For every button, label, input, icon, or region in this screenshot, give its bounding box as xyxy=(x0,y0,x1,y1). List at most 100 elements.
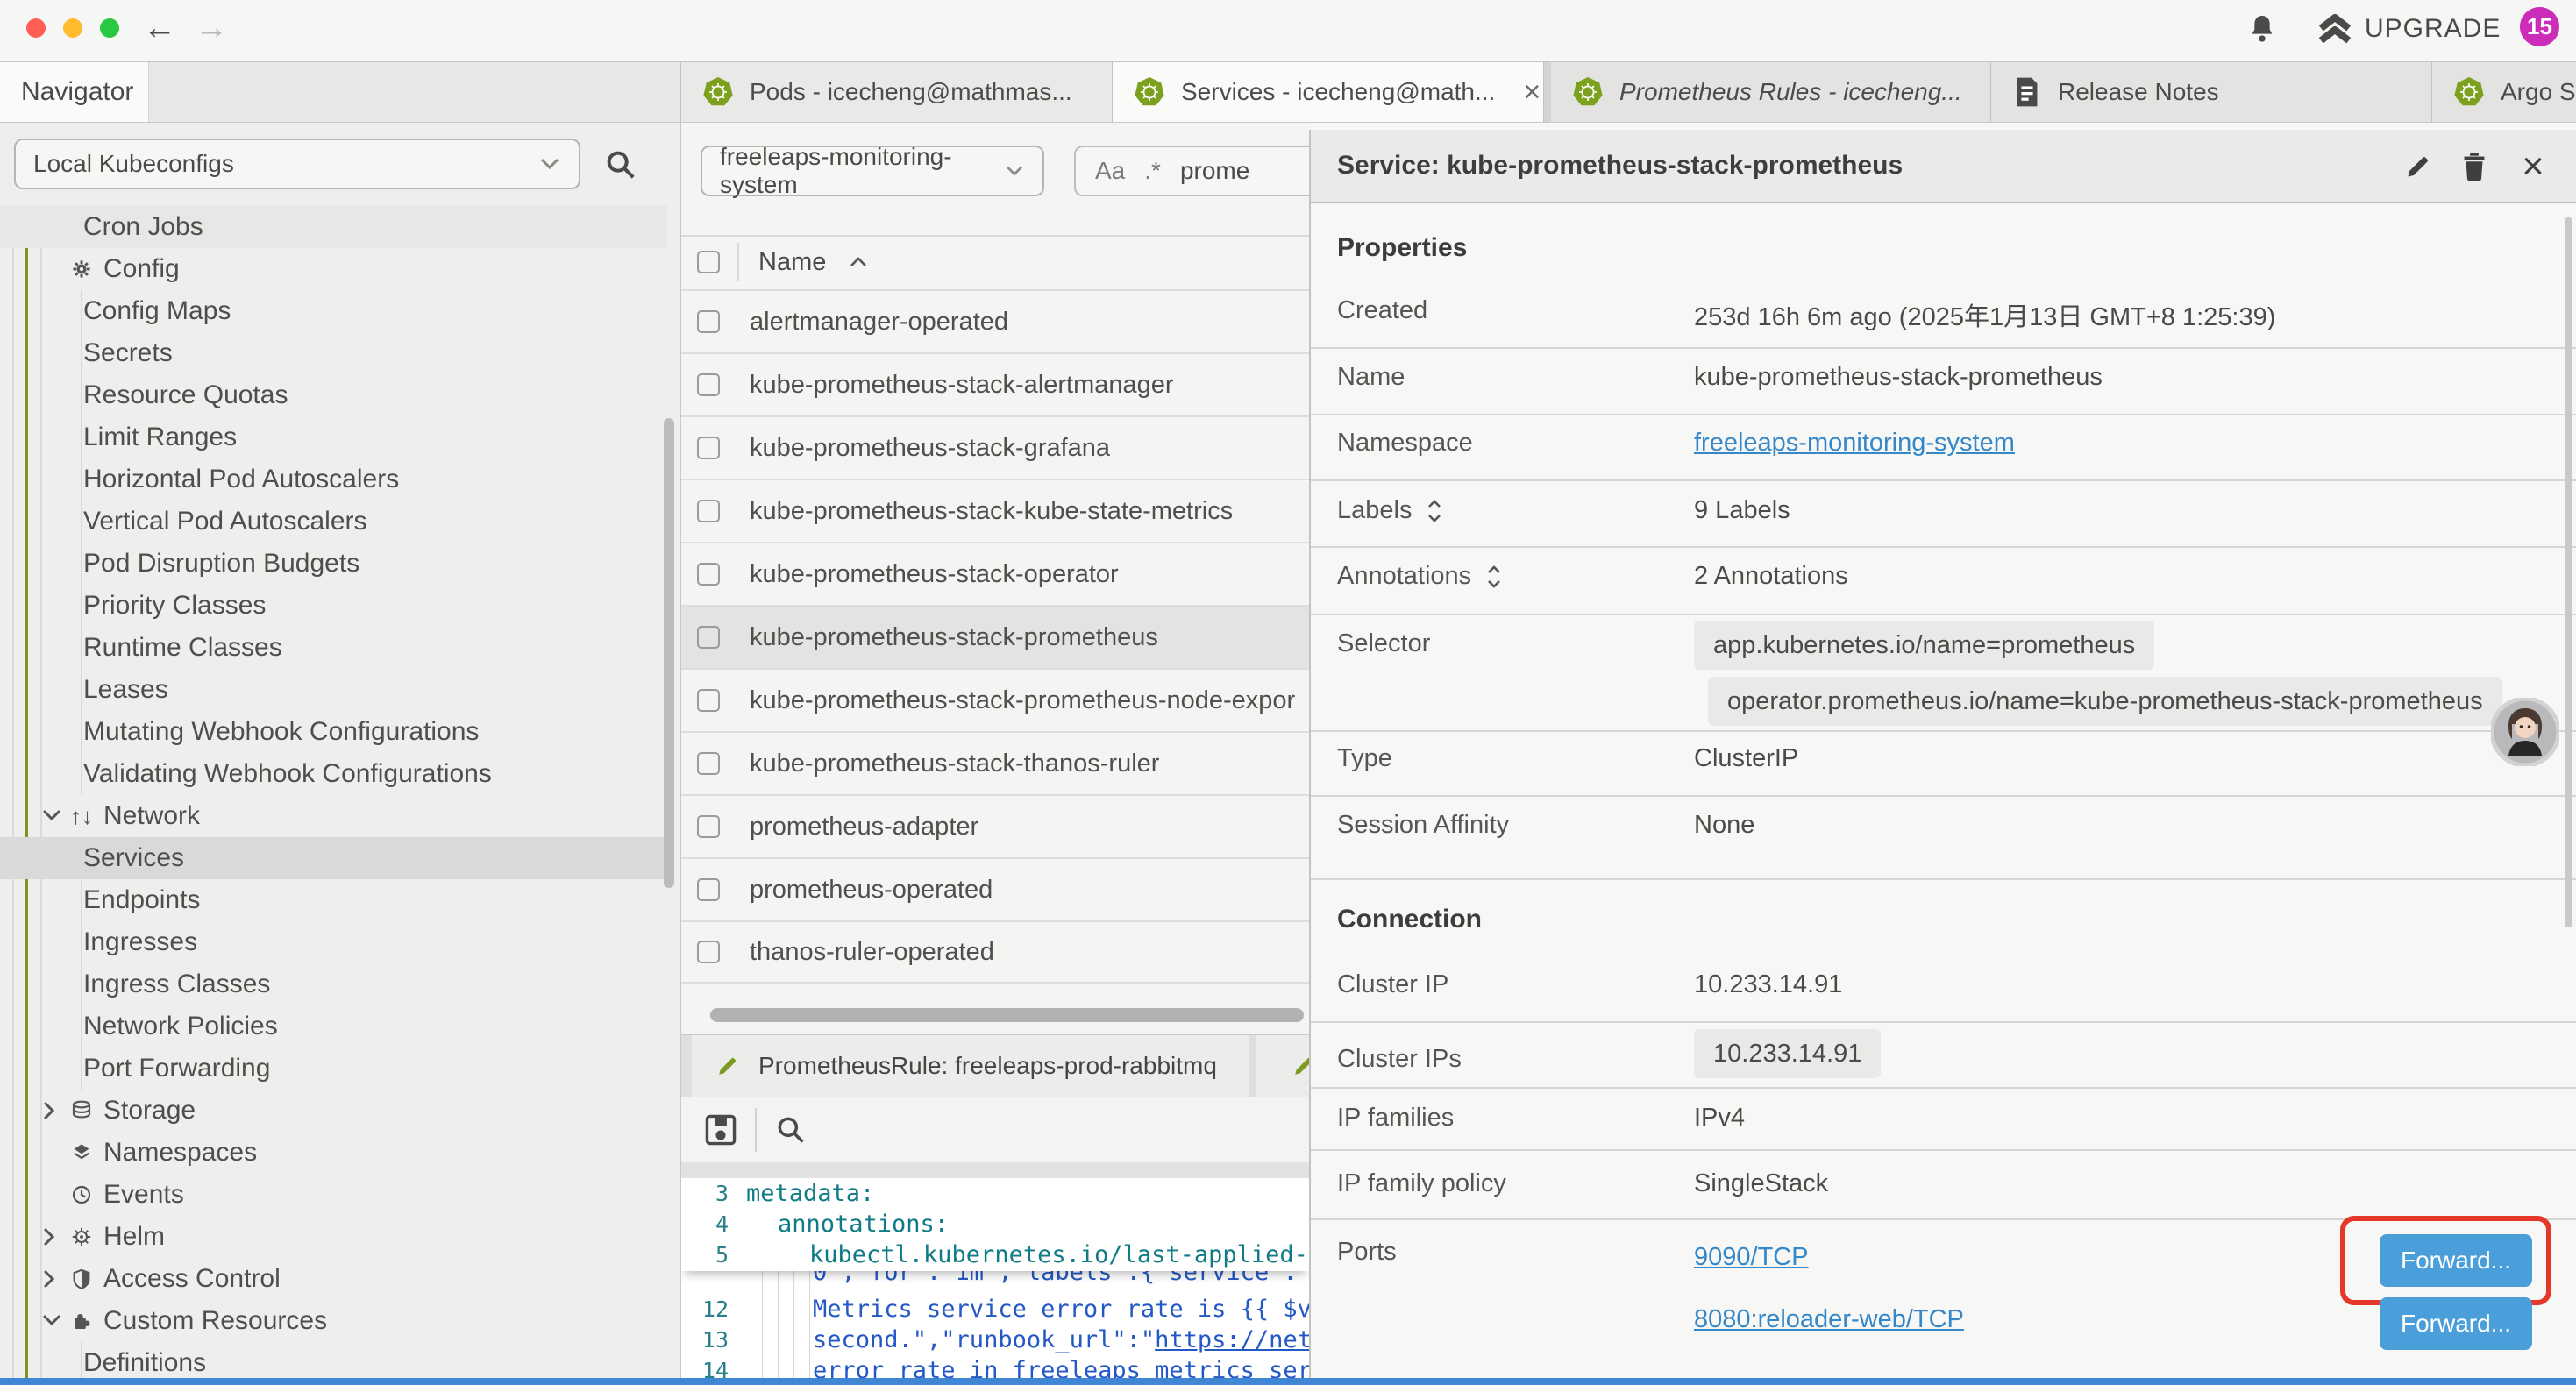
sort-updown-icon[interactable] xyxy=(1426,498,1443,524)
delete-trash-icon[interactable] xyxy=(2457,149,2492,184)
table-row-selected[interactable]: kube-prometheus-stack-prometheus xyxy=(681,605,1309,668)
select-all-checkbox[interactable] xyxy=(697,251,720,273)
namespace-link[interactable]: freeleaps-monitoring-system xyxy=(1694,429,2015,458)
editor-search-icon[interactable] xyxy=(774,1113,808,1147)
tab-argo[interactable]: Argo Se xyxy=(2432,62,2576,122)
sidebar-item-runtime-classes[interactable]: Runtime Classes xyxy=(0,627,667,669)
table-row[interactable]: alertmanager-operated xyxy=(681,289,1309,352)
code-link[interactable]: https://net xyxy=(1155,1326,1309,1353)
row-checkbox[interactable] xyxy=(697,878,720,901)
row-checkbox[interactable] xyxy=(697,941,720,963)
labels-value[interactable]: 9 Labels xyxy=(1694,496,1790,525)
sidebar-item-endpoints[interactable]: Endpoints xyxy=(0,879,667,921)
edit-pencil-icon[interactable] xyxy=(2401,149,2436,184)
table-row[interactable]: kube-prometheus-stack-grafana xyxy=(681,416,1309,479)
sidebar-group-custom-resources[interactable]: Custom Resources xyxy=(0,1300,667,1342)
table-row[interactable]: kube-prometheus-stack-operator xyxy=(681,542,1309,605)
minimize-window-button[interactable] xyxy=(63,18,82,38)
regex-icon[interactable]: .* xyxy=(1144,157,1161,185)
tab-pods[interactable]: Pods - icecheng@mathmas... xyxy=(681,62,1113,122)
chevron-down-icon[interactable] xyxy=(42,809,65,823)
row-checkbox[interactable] xyxy=(697,626,720,649)
yaml-editor[interactable]: 0","for":"1m","labels":{"service": 12 Me… xyxy=(681,1178,1309,1378)
chevron-down-icon[interactable] xyxy=(42,262,65,276)
sidebar-item-limit-ranges[interactable]: Limit Ranges xyxy=(0,416,667,458)
forward-button-8080[interactable]: Forward... xyxy=(2380,1297,2532,1350)
table-search-input[interactable]: Aa .* prome xyxy=(1074,146,1309,196)
table-row[interactable]: kube-prometheus-stack-kube-state-metrics xyxy=(681,479,1309,542)
sidebar-item-vertical-pod-autoscalers[interactable]: Vertical Pod Autoscalers xyxy=(0,501,667,543)
sidebar-item-priority-classes[interactable]: Priority Classes xyxy=(0,585,667,627)
row-checkbox[interactable] xyxy=(697,310,720,333)
notification-count-badge[interactable]: 15 xyxy=(2520,7,2559,46)
sidebar-search-icon[interactable] xyxy=(603,147,638,182)
port-link-8080[interactable]: 8080:reloader-web/TCP xyxy=(1694,1305,1964,1334)
chevron-right-icon[interactable] xyxy=(42,1269,65,1289)
sidebar-item-namespaces[interactable]: Namespaces xyxy=(0,1132,667,1174)
table-row[interactable]: kube-prometheus-stack-prometheus-node-ex… xyxy=(681,668,1309,731)
sidebar-group-config[interactable]: Config xyxy=(0,248,667,290)
sidebar-group-network[interactable]: ↑↓ Network xyxy=(0,795,667,837)
sidebar-item-port-forwarding[interactable]: Port Forwarding xyxy=(0,1048,667,1090)
table-row[interactable]: prometheus-adapter xyxy=(681,794,1309,857)
editor-tab-prometheusrule[interactable]: PrometheusRule: freeleaps-prod-rabbitmq xyxy=(692,1035,1249,1097)
close-panel-icon[interactable]: × xyxy=(2516,149,2551,184)
row-checkbox[interactable] xyxy=(697,500,720,522)
sidebar-item-secrets[interactable]: Secrets xyxy=(0,332,667,374)
sidebar-item-pod-disruption-budgets[interactable]: Pod Disruption Budgets xyxy=(0,543,667,585)
sidebar-item-events[interactable]: Events xyxy=(0,1174,667,1216)
sidebar-item-leases[interactable]: Leases xyxy=(0,669,667,711)
sidebar-group-helm[interactable]: Helm xyxy=(0,1216,667,1258)
sidebar-group-access-control[interactable]: Access Control xyxy=(0,1258,667,1300)
table-row[interactable]: prometheus-operated xyxy=(681,857,1309,920)
sidebar-item-resource-quotas[interactable]: Resource Quotas xyxy=(0,374,667,416)
annotations-value[interactable]: 2 Annotations xyxy=(1694,562,1848,591)
back-button[interactable]: ← xyxy=(143,9,176,47)
horizontal-scrollbar[interactable] xyxy=(710,1008,1304,1022)
sidebar-item-definitions[interactable]: Definitions xyxy=(0,1342,667,1378)
notifications-bell-icon[interactable] xyxy=(2245,11,2280,46)
sidebar-item-ingresses[interactable]: Ingresses xyxy=(0,921,667,963)
close-tab-icon[interactable]: × xyxy=(1523,75,1541,110)
sidebar-item-validating-webhook-configurations[interactable]: Validating Webhook Configurations xyxy=(0,753,667,795)
table-row[interactable]: kube-prometheus-stack-alertmanager xyxy=(681,352,1309,416)
table-row[interactable]: thanos-ruler-operated xyxy=(681,920,1309,984)
row-checkbox[interactable] xyxy=(697,815,720,838)
row-checkbox[interactable] xyxy=(697,437,720,459)
tab-prometheus-rules[interactable]: Prometheus Rules - icecheng... xyxy=(1551,62,1991,122)
namespace-selector[interactable]: freeleaps-monitoring-system xyxy=(701,146,1044,196)
avatar[interactable] xyxy=(2491,698,2559,766)
sort-updown-icon[interactable] xyxy=(1485,564,1503,590)
sidebar-item-config-maps[interactable]: Config Maps xyxy=(0,290,667,332)
detail-scrollbar[interactable] xyxy=(2565,217,2572,927)
upgrade-icon[interactable] xyxy=(2316,12,2353,47)
sidebar-item-horizontal-pod-autoscalers[interactable]: Horizontal Pod Autoscalers xyxy=(0,458,667,501)
tab-navigator[interactable]: Navigator xyxy=(0,62,149,122)
port-link-9090[interactable]: 9090/TCP xyxy=(1694,1243,1809,1272)
row-checkbox[interactable] xyxy=(697,563,720,586)
chevron-down-icon[interactable] xyxy=(42,1314,65,1328)
save-icon[interactable] xyxy=(704,1113,737,1147)
sidebar-item-services[interactable]: Services xyxy=(0,837,667,879)
sort-ascending-icon[interactable] xyxy=(849,256,868,268)
close-window-button[interactable] xyxy=(26,18,46,38)
match-case-icon[interactable]: Aa xyxy=(1095,157,1125,185)
forward-button[interactable]: → xyxy=(195,9,228,47)
maximize-window-button[interactable] xyxy=(100,18,119,38)
sidebar-item-cron-jobs[interactable]: Cron Jobs xyxy=(0,206,667,248)
row-checkbox[interactable] xyxy=(697,373,720,396)
sidebar-item-network-policies[interactable]: Network Policies xyxy=(0,1005,667,1048)
tab-release-notes[interactable]: Release Notes xyxy=(1991,62,2432,122)
table-row[interactable]: kube-prometheus-stack-thanos-ruler xyxy=(681,731,1309,794)
upgrade-button[interactable]: UPGRADE xyxy=(2365,14,2501,44)
sidebar-group-storage[interactable]: Storage xyxy=(0,1090,667,1132)
sidebar-item-ingress-classes[interactable]: Ingress Classes xyxy=(0,963,667,1005)
sidebar-scrollbar[interactable] xyxy=(664,418,674,888)
row-checkbox[interactable] xyxy=(697,752,720,775)
tab-services-active[interactable]: Services - icecheng@math... × xyxy=(1113,62,1544,122)
chevron-right-icon[interactable] xyxy=(42,1101,65,1120)
chevron-right-icon[interactable] xyxy=(42,1227,65,1246)
kubeconfig-selector[interactable]: Local Kubeconfigs xyxy=(14,138,580,189)
row-checkbox[interactable] xyxy=(697,689,720,712)
name-column-header[interactable]: Name xyxy=(758,248,826,277)
